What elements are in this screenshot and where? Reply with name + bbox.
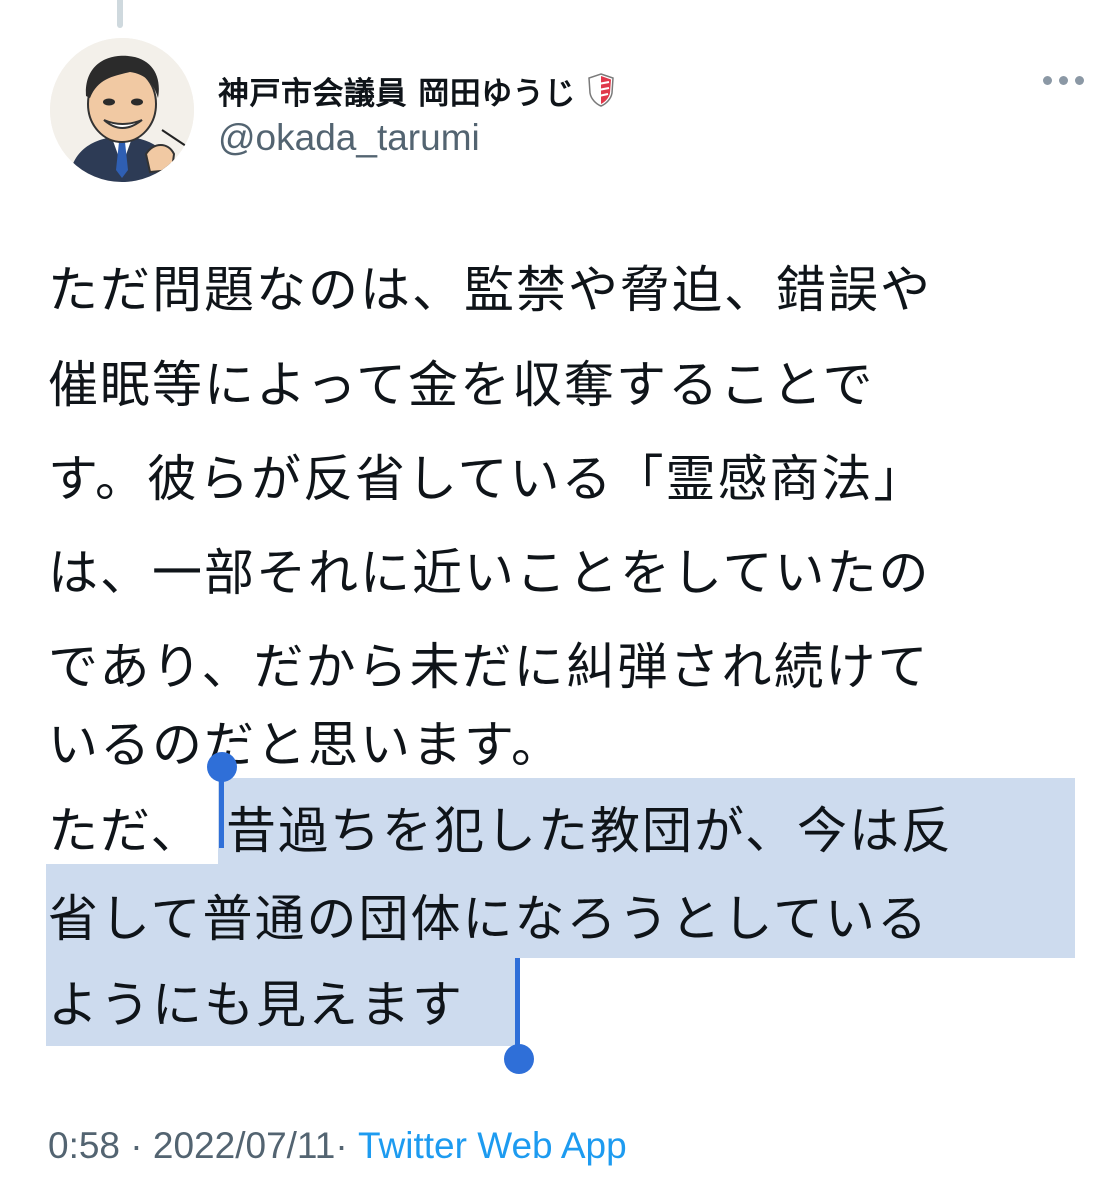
tweet-metadata: 0:58 · 2022/07/11 · Twitter Web App — [48, 1118, 627, 1174]
author-avatar[interactable] — [50, 38, 194, 182]
tweet-source-link[interactable]: Twitter Web App — [358, 1125, 627, 1167]
tweet-line: 催眠等によって金を収奪することで — [48, 356, 875, 414]
meta-separator: · — [335, 1125, 358, 1166]
more-dot-icon — [1059, 76, 1068, 85]
thread-connector-line — [117, 0, 123, 28]
selected-tweet-line: ようにも見えます — [48, 976, 464, 1034]
selected-tweet-line: 昔過ちを犯した教団が、今は反 — [226, 802, 953, 860]
caricature-portrait-avatar — [50, 38, 194, 182]
tweet-line: す。彼らが反省している「霊感商法」 — [48, 450, 926, 508]
tweet-line: ただ問題なのは、監禁や脅迫、錯誤や — [48, 261, 932, 319]
tweet-time[interactable]: 0:58 — [48, 1125, 120, 1167]
tweet-line: いるのだと思います。 — [48, 716, 563, 774]
shield-badge-icon — [588, 73, 614, 107]
more-options-icon[interactable] — [1043, 76, 1084, 85]
meta-separator: · — [120, 1125, 153, 1166]
selected-tweet-line: 省して普通の団体になろうとしている — [48, 890, 929, 948]
tweet-line: は、一部それに近いことをしていたの — [48, 544, 931, 602]
author-display-name[interactable]: 神戸市会議員 岡田ゆうじ — [218, 68, 576, 113]
author-name-row[interactable]: 神戸市会議員 岡田ゆうじ — [218, 64, 614, 116]
tweet-line: であり、だから未だに糾弾され続けて — [48, 638, 930, 696]
author-handle[interactable]: @okada_tarumi — [218, 117, 480, 159]
tweet-line: ただ、 — [48, 802, 203, 860]
more-dot-icon — [1043, 76, 1052, 85]
tweet-date[interactable]: 2022/07/11 — [153, 1125, 335, 1167]
more-dot-icon — [1075, 76, 1084, 85]
